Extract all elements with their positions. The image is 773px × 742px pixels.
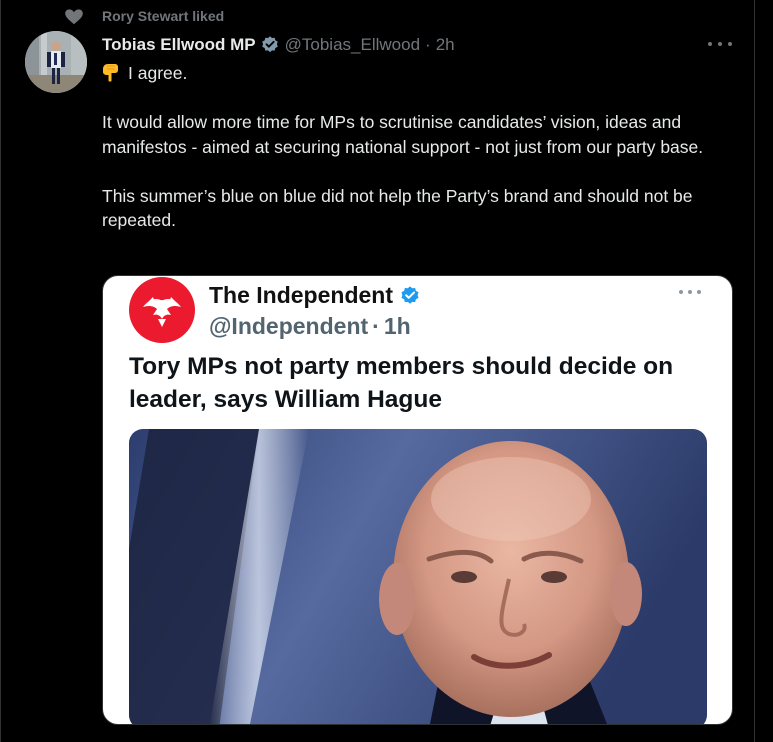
independent-eagle-logo[interactable] — [129, 277, 195, 343]
heart-icon — [65, 9, 83, 25]
user-handle[interactable]: @Tobias_Ellwood — [285, 35, 420, 55]
more-dot — [718, 42, 722, 46]
tweet-paragraph-3: This summer’s blue on blue did not help … — [102, 185, 693, 231]
tweet-media-image[interactable]: The Independent @Independent · 1h Tory MPs… — [102, 275, 733, 725]
liked-by-label[interactable]: Rory Stewart liked — [102, 8, 224, 24]
tweet-line-1: I agree. — [102, 61, 742, 86]
embedded-account-name: The Independent — [209, 282, 421, 309]
avatar-image — [25, 31, 87, 93]
tweet-text: I agree. It would allow more time for MP… — [102, 61, 742, 233]
timeline-divider-right — [754, 0, 755, 742]
william-hague-photo — [129, 429, 707, 724]
separator-dot: · — [425, 35, 431, 54]
display-name[interactable]: Tobias Ellwood MP — [102, 35, 256, 55]
more-dot — [697, 290, 701, 294]
backhand-index-pointing-down-icon — [103, 64, 118, 82]
embedded-account-handle: @Independent · 1h — [209, 313, 411, 340]
verified-badge-icon[interactable] — [260, 35, 280, 55]
more-dot — [679, 290, 683, 294]
embedded-account-name-text: The Independent — [209, 282, 393, 308]
embedded-timestamp: 1h — [383, 313, 411, 339]
verified-badge-icon — [401, 285, 419, 304]
tweet-paragraph-2: It would allow more time for MPs to scru… — [102, 112, 704, 157]
timeline-divider-left — [0, 0, 1, 742]
embedded-headline: Tory MPs not party members should decide… — [129, 353, 674, 413]
more-dot — [728, 42, 732, 46]
embedded-handle-text: @Independent — [209, 313, 369, 339]
embedded-more-icon — [679, 288, 701, 296]
more-options-icon[interactable] — [708, 36, 732, 52]
tweet-timestamp[interactable]: 2h — [436, 35, 455, 55]
more-dot — [688, 290, 692, 294]
tweet-header: Tobias Ellwood MP @Tobias_Ellwood · 2h — [102, 34, 455, 56]
avatar[interactable] — [25, 31, 87, 93]
more-dot — [708, 42, 712, 46]
embedded-separator-dot: · — [372, 313, 380, 339]
tweet-first-line: I agree. — [128, 63, 188, 83]
tweet-page: Rory Stewart liked Tobias Ellwood MP @To… — [0, 0, 773, 742]
